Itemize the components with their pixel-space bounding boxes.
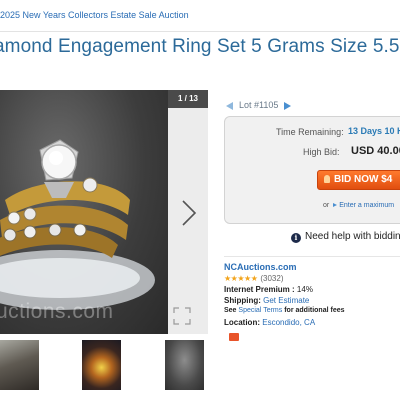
header-divider <box>0 31 400 32</box>
time-remaining-value: 13 Days 10 H <box>348 126 400 136</box>
section-divider <box>224 256 400 257</box>
seller-name-link[interactable]: NCAuctions.com <box>224 262 297 272</box>
terms-see-text: See <box>224 307 237 314</box>
location-link[interactable]: Escondido, CA <box>262 318 315 327</box>
max-bid-row: or Enter a maximum <box>323 202 394 209</box>
breadcrumb-link[interactable]: 2025 New Years Collectors Estate Sale Au… <box>0 10 189 26</box>
rating-count: (3032) <box>260 274 284 283</box>
location-row: Location: Escondido, CA <box>224 318 315 327</box>
image-watermark: uctions.com <box>0 300 114 323</box>
next-lot-arrow-icon[interactable] <box>284 101 292 110</box>
star-rating-icon: ★★★★★ <box>224 274 258 283</box>
badge-icon <box>229 333 239 341</box>
image-counter: 1 / 13 <box>168 90 208 108</box>
shipping-estimate-link[interactable]: Get Estimate <box>263 296 309 305</box>
or-text: or <box>323 202 330 209</box>
thumbnail-image[interactable] <box>82 340 121 390</box>
link-arrow-icon <box>333 203 338 207</box>
info-circle-icon: i <box>291 233 301 243</box>
terms-suffix-text: for additional fees <box>284 307 345 314</box>
special-terms-row: See Special Terms for additional fees <box>224 307 345 314</box>
thumbnail-image[interactable] <box>165 340 204 390</box>
bid-now-label: BID NOW $4 <box>334 174 393 185</box>
bidding-help-link[interactable]: i Need help with bidding <box>291 231 400 243</box>
bid-now-button[interactable]: BID NOW $4 <box>317 170 400 190</box>
internet-premium-value: 14% <box>296 285 313 294</box>
shipping-label: Shipping: <box>224 296 261 305</box>
prev-lot-arrow-icon[interactable] <box>226 101 233 110</box>
hammer-icon <box>324 175 330 183</box>
internet-premium-label: Internet Premium : <box>224 285 295 294</box>
fullscreen-icon[interactable] <box>173 307 191 325</box>
seller-rating[interactable]: ★★★★★ (3032) <box>224 274 283 283</box>
special-terms-link[interactable]: Special Terms <box>238 307 282 314</box>
bidding-help-text: Need help with bidding <box>305 231 400 242</box>
location-label: Location: <box>224 318 260 327</box>
next-image-chevron-icon[interactable] <box>178 198 200 228</box>
lot-navigation: Lot #1105 <box>226 100 292 114</box>
ring-photo-illustration <box>0 139 155 310</box>
thumbnail-image[interactable] <box>0 340 39 390</box>
internet-premium-row: Internet Premium : 14% <box>224 285 313 294</box>
main-product-image[interactable] <box>0 90 168 334</box>
high-bid-label: High Bid: <box>303 147 340 157</box>
time-remaining-label: Time Remaining: <box>276 127 344 137</box>
max-bid-link[interactable]: Enter a maximum <box>339 202 394 209</box>
page-title: amond Engagement Ring Set 5 Grams Size 5… <box>0 36 400 57</box>
shipping-row: Shipping: Get Estimate <box>224 296 309 305</box>
lot-number: Lot #1105 <box>239 100 279 110</box>
high-bid-value: USD 40.00 <box>351 145 400 157</box>
